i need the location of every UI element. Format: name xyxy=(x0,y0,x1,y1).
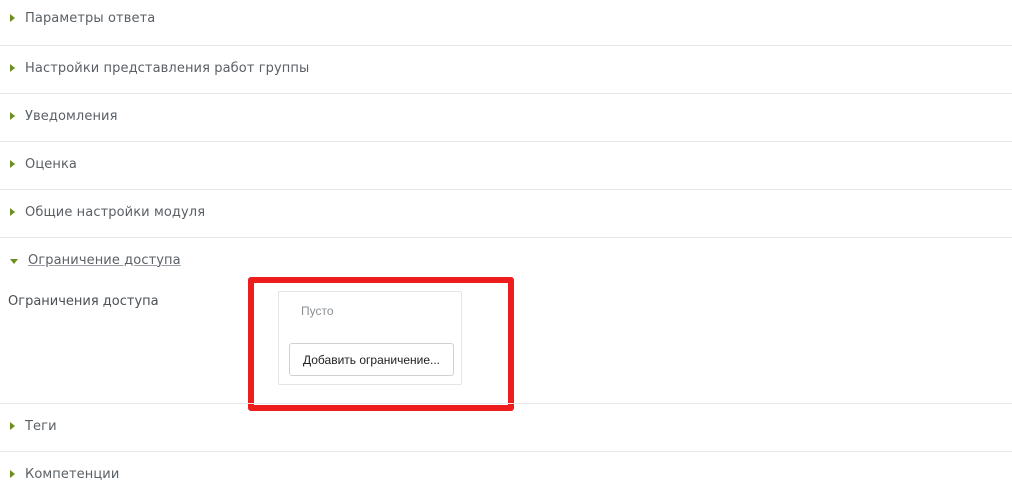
section-label: Оценка xyxy=(25,156,77,172)
section-header-competencies[interactable]: Компетенции xyxy=(10,452,119,496)
section-label[interactable]: Ограничение доступа xyxy=(28,253,181,268)
triangle-right-icon xyxy=(10,160,15,168)
triangle-right-icon xyxy=(10,470,15,478)
access-restrictions-label: Ограничения доступа xyxy=(8,294,159,309)
section-label: Теги xyxy=(25,418,57,434)
triangle-right-icon xyxy=(10,64,15,72)
section-label: Уведомления xyxy=(25,108,118,124)
add-restriction-button[interactable]: Добавить ограничение... xyxy=(289,343,454,376)
section-label: Настройки представления работ группы xyxy=(25,60,310,76)
section-header-answer-parameters[interactable]: Параметры ответа xyxy=(10,0,155,40)
triangle-right-icon xyxy=(10,14,15,22)
triangle-right-icon xyxy=(10,112,15,120)
section-competencies: Компетенции xyxy=(0,451,1012,499)
section-label: Компетенции xyxy=(25,466,120,482)
section-grade: Оценка xyxy=(0,141,1012,189)
section-tags: Теги xyxy=(0,403,1012,451)
section-restrict-access: Ограничение доступа xyxy=(0,237,1012,403)
section-label: Параметры ответа xyxy=(25,10,156,26)
section-answer-parameters: Параметры ответа xyxy=(0,0,1012,44)
section-header-grade[interactable]: Оценка xyxy=(10,142,77,186)
triangle-right-icon xyxy=(10,422,15,430)
section-notifications: Уведомления xyxy=(0,93,1012,141)
section-header-group-submission-settings[interactable]: Настройки представления работ группы xyxy=(10,46,309,90)
section-header-notifications[interactable]: Уведомления xyxy=(10,94,118,138)
triangle-down-icon xyxy=(10,258,18,264)
empty-restrictions-text: Пусто xyxy=(301,304,334,318)
section-common-module-settings: Общие настройки модуля xyxy=(0,189,1012,237)
section-header-restrict-access[interactable]: Ограничение доступа xyxy=(10,238,181,282)
section-group-submission-settings: Настройки представления работ группы xyxy=(0,45,1012,93)
triangle-right-icon xyxy=(10,208,15,216)
access-restrictions-box: Пусто Добавить ограничение... xyxy=(278,291,462,385)
section-header-tags[interactable]: Теги xyxy=(10,404,57,448)
section-header-common-module-settings[interactable]: Общие настройки модуля xyxy=(10,190,205,234)
section-label: Общие настройки модуля xyxy=(25,204,206,220)
